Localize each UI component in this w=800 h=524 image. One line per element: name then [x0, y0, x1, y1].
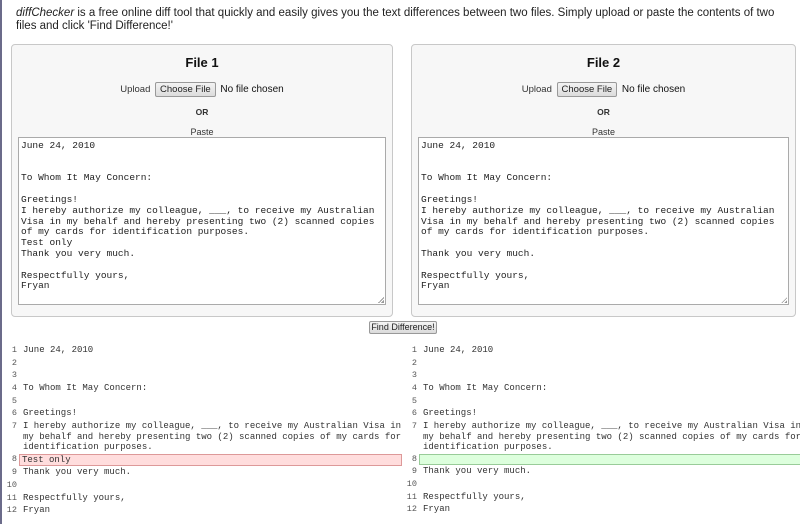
- line-number: 2: [411, 357, 417, 368]
- line-text: Greetings!: [23, 408, 78, 419]
- intro-text: diffChecker is a free online diff tool t…: [16, 7, 796, 33]
- line-text: [417, 479, 800, 491]
- line-number: 3: [411, 370, 417, 381]
- or-label: OR: [597, 107, 610, 117]
- no-file-label: No file chosen: [220, 84, 284, 95]
- diff-row: 4 To Whom It May Concern:: [4, 382, 402, 395]
- file-2-textarea[interactable]: June 24, 2010 To Whom It May Concern: Gr…: [418, 137, 789, 305]
- paste-label: Paste: [591, 127, 615, 137]
- line-number: 7: [411, 421, 417, 432]
- line-number: 3: [11, 370, 17, 381]
- diff-row-inserted: 8: [404, 453, 800, 466]
- diff-row: 11 Respectfully yours,: [404, 491, 800, 504]
- diff-row: 3: [404, 369, 800, 382]
- line-number: 12: [6, 505, 17, 516]
- resize-grip-icon[interactable]: [781, 297, 787, 303]
- line-text: To Whom It May Concern:: [23, 383, 148, 394]
- line-text: Greetings!: [423, 408, 478, 419]
- line-text: June 24, 2010: [23, 345, 94, 355]
- line-number: 4: [411, 383, 417, 394]
- diff-row: 1 June 24, 2010: [404, 344, 800, 357]
- diff-row: 9 Thank you very much.: [404, 465, 800, 478]
- no-file-label: No file chosen: [621, 84, 686, 95]
- line-number: 11: [6, 492, 17, 503]
- diff-row: 4 To Whom It May Concern:: [404, 382, 800, 395]
- diff-row: 2: [4, 357, 402, 370]
- line-text: Fryan: [423, 504, 451, 515]
- paste-label: Paste: [190, 127, 214, 137]
- line-text: I hereby authorize my colleague, ___, to…: [23, 421, 407, 453]
- diff-row: 5: [404, 395, 800, 408]
- diff-row-deleted: 8 Test only: [4, 453, 402, 467]
- line-text: Fryan: [23, 505, 51, 516]
- diff-row: 2: [404, 357, 800, 370]
- diff-row: 10: [404, 478, 800, 491]
- line-text: I hereby authorize my colleague, ___, to…: [423, 421, 800, 453]
- line-text: Respectfully yours,: [423, 491, 526, 502]
- line-text: [417, 396, 800, 408]
- diff-row: 12 Fryan: [4, 504, 402, 517]
- line-number: 10: [406, 479, 417, 489]
- line-number: 2: [11, 357, 17, 368]
- diff-row: 10: [4, 479, 402, 492]
- line-number: 6: [411, 408, 417, 419]
- line-number: 1: [411, 345, 417, 355]
- line-text: To Whom It May Concern:: [423, 383, 548, 394]
- line-text: Thank you very much.: [423, 466, 532, 477]
- diff-row: 5: [4, 395, 402, 408]
- resize-grip-icon[interactable]: [378, 297, 384, 303]
- diff-row: 12 Fryan: [404, 503, 800, 516]
- intro-description: is a free online diff tool that quickly …: [16, 7, 775, 32]
- line-number: 5: [11, 395, 17, 406]
- line-number: 9: [11, 467, 17, 478]
- line-number: 9: [411, 466, 417, 477]
- line-text: [419, 453, 800, 466]
- choose-file-button[interactable]: Choose File: [556, 82, 618, 97]
- line-number: 5: [411, 395, 417, 406]
- upload-label: Upload: [120, 84, 151, 95]
- line-number: 8: [11, 453, 17, 464]
- upload-label: Upload: [521, 84, 552, 95]
- diff-row: 7 I hereby authorize my colleague, ___, t…: [404, 420, 800, 453]
- line-text: Thank you very much.: [23, 467, 132, 478]
- line-text: June 24, 2010: [423, 345, 494, 355]
- diff-left-pane: 1 June 24, 2010 2 3 4 To Whom It May Concern:…: [4, 344, 402, 517]
- choose-file-button[interactable]: Choose File: [155, 82, 216, 97]
- line-text: [417, 370, 800, 382]
- file-1-textarea[interactable]: June 24, 2010 To Whom It May Concern: Gr…: [18, 137, 386, 305]
- diff-row: 9 Thank you very much.: [4, 466, 402, 479]
- line-text: [17, 480, 402, 492]
- line-number: 10: [6, 479, 17, 490]
- diff-row: 11 Respectfully yours,: [4, 492, 402, 505]
- line-number: 4: [11, 383, 17, 394]
- line-text: [417, 358, 800, 370]
- file-title: File 1: [185, 55, 219, 70]
- find-difference-button[interactable]: Find Difference!: [369, 321, 437, 334]
- line-number: 1: [11, 345, 17, 355]
- line-text: Test only: [19, 453, 402, 467]
- line-text: [17, 396, 402, 408]
- line-text: Respectfully yours,: [23, 492, 126, 503]
- or-label: OR: [195, 107, 209, 117]
- line-number: 12: [406, 504, 417, 515]
- diff-row: 7I hereby authorize my colleague, ___, t…: [4, 420, 402, 453]
- line-text: [17, 370, 402, 382]
- diff-row: 6 Greetings!: [404, 407, 800, 420]
- line-number: 11: [406, 491, 417, 502]
- file-1-panel: File 1 Upload Choose File No file chosen…: [11, 44, 393, 317]
- diff-row: 3: [4, 369, 402, 382]
- line-number: 6: [11, 408, 17, 419]
- file-2-panel: File 2 Upload Choose File No file chosen…: [411, 44, 796, 317]
- diff-right-pane: 1 June 24, 2010 2 3 4 To Whom It May Concern:…: [404, 344, 800, 516]
- file-title: File 2: [586, 55, 621, 70]
- diff-row: 6 Greetings!: [4, 407, 402, 420]
- diff-row: 1 June 24, 2010: [4, 344, 402, 357]
- line-text: [17, 358, 402, 370]
- line-number: 7: [11, 421, 17, 432]
- brand-name: diffChecker: [16, 7, 75, 19]
- line-number: 8: [411, 453, 417, 464]
